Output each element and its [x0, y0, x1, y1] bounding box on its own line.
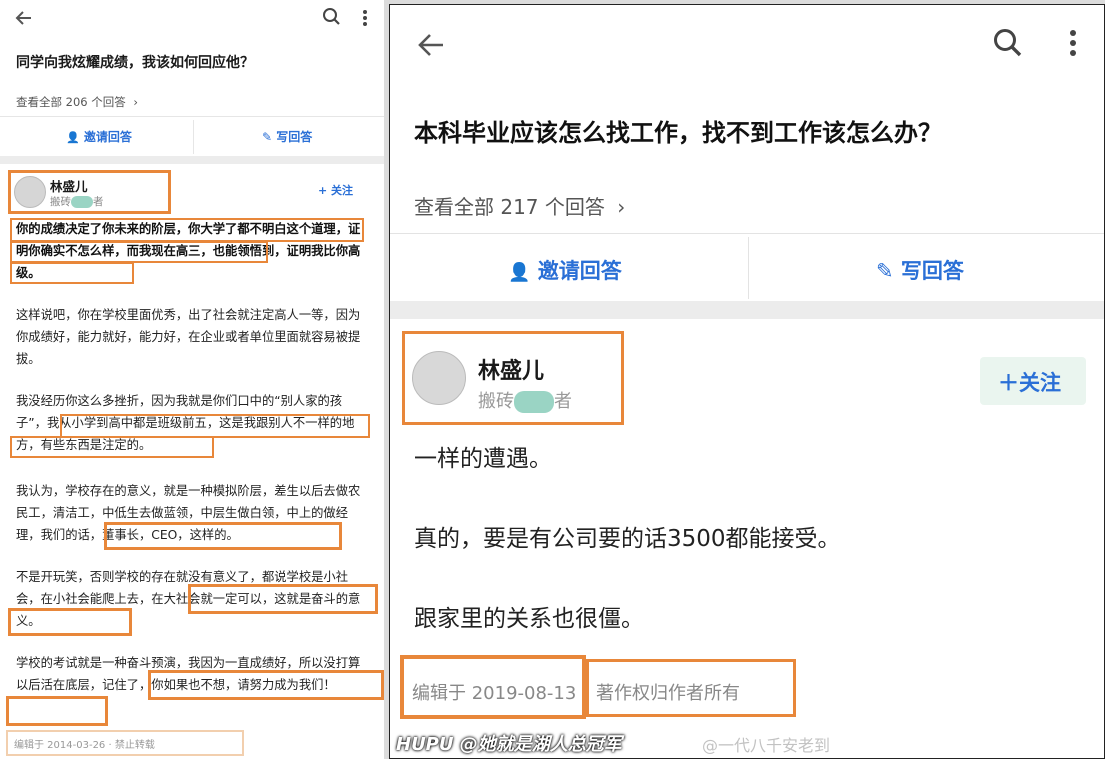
question-title[interactable]: 同学向我炫耀成绩，我该如何回应他？ — [16, 52, 254, 72]
divider — [193, 120, 194, 154]
question-title[interactable]: 本科毕业应该怎么找工作，找不到工作该怎么办？ — [414, 113, 942, 148]
plus-icon: ＋ — [998, 371, 1019, 395]
edit-icon: ✎ — [876, 259, 894, 283]
answer-line-3: 跟家里的关系也很僵。 — [414, 606, 644, 632]
highlight-box — [188, 584, 378, 614]
more-vert-icon[interactable] — [360, 8, 370, 28]
answer-line-1: 一样的遭遇。 — [414, 446, 552, 472]
follow-button[interactable]: + 关注 — [318, 182, 353, 198]
highlight-box — [60, 414, 370, 438]
highlight-box — [6, 730, 244, 756]
search-icon[interactable] — [992, 27, 1024, 59]
invite-label: 邀请回答 — [83, 130, 132, 144]
answer-line-2: 真的，要是有公司要的话3500都能接受。 — [414, 526, 841, 552]
divider — [748, 237, 749, 299]
back-arrow-icon[interactable] — [14, 8, 34, 28]
write-label: 写回答 — [900, 259, 964, 283]
follow-button[interactable]: ＋关注 — [980, 357, 1086, 405]
invite-label: 邀请回答 — [537, 259, 622, 283]
section-separator — [0, 156, 384, 164]
invite-answer-button[interactable]: 👤 邀请回答 — [508, 255, 622, 285]
invite-user-icon: 👤 — [66, 131, 80, 144]
view-all-answers[interactable]: 查看全部 217 个回答 › — [414, 191, 625, 220]
highlight-box — [10, 241, 268, 263]
chevron-right-icon: › — [133, 95, 139, 109]
watermark-main: HUPU @她就是湖人总冠军 — [396, 734, 622, 755]
chevron-right-icon: › — [617, 195, 626, 219]
highlight-box — [10, 436, 214, 458]
watermark-faint: @一代八千安老到 — [702, 736, 831, 755]
highlight-box — [400, 655, 586, 719]
view-all-label: 查看全部 206 个回答 — [16, 95, 126, 109]
back-arrow-icon[interactable] — [416, 31, 446, 59]
answer-paragraph-2: 这样说吧，你在学校里面优秀，出了社会就注定高人一等，因为你成绩好，能力就好，能力… — [16, 308, 361, 366]
view-all-answers[interactable]: 查看全部 206 个回答 › — [16, 94, 138, 110]
highlight-box — [6, 696, 108, 726]
edit-icon: ✎ — [262, 130, 273, 144]
highlight-box — [402, 331, 624, 425]
invite-answer-button[interactable]: 👤 邀请回答 — [66, 128, 132, 145]
highlight-box — [104, 522, 342, 550]
divider — [0, 116, 384, 117]
more-vert-icon[interactable] — [1066, 27, 1080, 59]
view-all-label: 查看全部 217 个回答 — [414, 195, 605, 219]
section-separator — [390, 301, 1104, 319]
invite-user-icon: 👤 — [508, 262, 531, 283]
follow-label: ＋关注 — [998, 371, 1061, 395]
highlight-box — [8, 608, 132, 636]
highlight-box — [10, 262, 134, 284]
right-screenshot-panel: 本科毕业应该怎么找工作，找不到工作该怎么办？ 查看全部 217 个回答 › 👤 … — [389, 4, 1105, 759]
highlight-box — [10, 218, 364, 242]
highlight-box — [586, 659, 796, 717]
divider — [390, 233, 1104, 234]
highlight-box — [8, 170, 171, 214]
search-icon[interactable] — [322, 7, 342, 27]
highlight-box — [148, 670, 384, 700]
write-answer-button[interactable]: ✎ 写回答 — [876, 255, 964, 285]
write-answer-button[interactable]: ✎ 写回答 — [262, 128, 312, 145]
left-screenshot-panel: 同学向我炫耀成绩，我该如何回应他？ 查看全部 206 个回答 › 👤 邀请回答 … — [0, 0, 384, 759]
write-label: 写回答 — [276, 130, 313, 144]
